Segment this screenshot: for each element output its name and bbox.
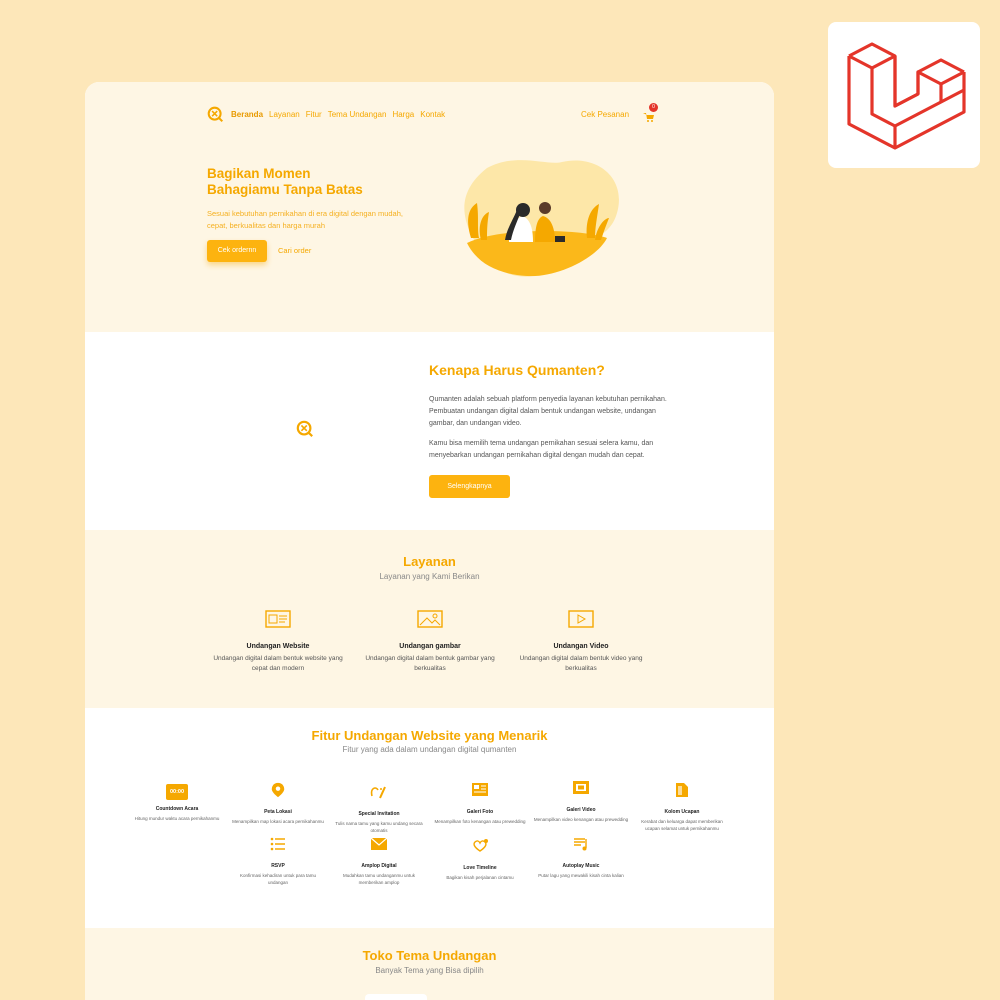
toko-title: Toko Tema Undangan (362, 948, 497, 963)
greeting-icon (676, 783, 688, 797)
why-paragraph-2: Kamu bisa memilih tema undangan pernikah… (429, 440, 654, 459)
hero-title: Bagikan Momen Bahagiamu Tanpa Batas (207, 166, 363, 198)
hero-section: Beranda Layanan Fitur Tema Undangan Harg… (85, 82, 774, 332)
image-icon (417, 610, 443, 628)
feature-desc: Menampilkan map lokasi acara pernikahanm… (232, 819, 324, 824)
hero-title-line1: Bagikan Momen (207, 166, 311, 181)
feature-title: Love Timeline (463, 865, 497, 871)
feature-desc: Bagikan kisah perjalanan cintamu (446, 875, 514, 880)
theme-filter-tab[interactable] (365, 994, 427, 1000)
why-qumanten-section: Kenapa Harus Qumanten? Qumanten adalah s… (85, 332, 774, 530)
envelope-icon (370, 837, 388, 850)
feature-title: Special Invitation (358, 811, 400, 817)
feature-title: RSVP (271, 863, 285, 869)
services-title: Layanan (403, 554, 456, 569)
special-invitation-icon (370, 786, 386, 799)
toko-subtitle: Banyak Tema yang Bisa dipilih (375, 966, 484, 975)
nav-item-beranda[interactable]: Beranda (231, 110, 263, 119)
cart-count-badge: 0 (649, 103, 659, 112)
feature-peta-lokasi: Peta Lokasi Menampilkan map lokasi acara… (230, 782, 326, 825)
countdown-icon: 00:00 (166, 784, 188, 800)
feature-title: Galeri Foto (466, 809, 494, 815)
nav-item-kontak[interactable]: Kontak (420, 110, 445, 119)
map-pin-icon (271, 782, 285, 798)
love-timeline-icon (473, 839, 488, 852)
toko-tema-section: Toko Tema Undangan Banyak Tema yang Bisa… (85, 928, 774, 1000)
feature-title: Kolom Ucapan (664, 809, 700, 815)
qumanten-logo-icon[interactable] (207, 106, 224, 123)
feature-desc: Putar lagu yang mewakili kisah cinta kal… (538, 873, 624, 878)
feature-rsvp: RSVP Konfirmasi kehadiran untuk para tam… (230, 836, 326, 886)
feature-kolom-ucapan: Kolom Ucapan Kerabat dan keluarga dapat … (634, 782, 730, 832)
website-icon (265, 610, 291, 628)
why-title: Kenapa Harus Qumanten? (429, 362, 605, 378)
music-icon (574, 838, 587, 851)
feature-desc: Menampilkan video kenangan atau preweddi… (533, 817, 629, 822)
photo-gallery-icon (472, 783, 488, 796)
feature-title: Peta Lokasi (264, 809, 292, 815)
services-section: Layanan Layanan yang Kami Berikan Undang… (85, 530, 774, 708)
laravel-logo-badge (828, 22, 980, 168)
cart-icon (643, 113, 655, 122)
feature-desc: Menampilkan foto kenangan atau preweddin… (434, 819, 526, 824)
feature-desc: Hitung mundur waktu acara pernikahanmu (134, 816, 220, 821)
feature-love-timeline: Love Timeline Bagikan kisah perjalanan c… (432, 838, 528, 881)
cek-order-button[interactable]: Cek ordernn (207, 240, 267, 262)
feature-desc: Kerabat dan keluarga dapat memberikan uc… (641, 819, 723, 831)
feature-title: Galeri Video (566, 807, 596, 813)
service-title: Undangan Website (246, 643, 310, 650)
selengkapnya-button[interactable]: Selengkapnya (429, 475, 510, 498)
rsvp-list-icon (270, 837, 285, 851)
features-title: Fitur Undangan Website yang Menarik (311, 728, 548, 743)
nav-item-harga[interactable]: Harga (392, 110, 414, 119)
feature-desc: Mudahkan tamu undanganmu untuk memberika… (342, 873, 416, 885)
cari-order-link[interactable]: Cari order (278, 246, 311, 255)
navbar-right: Cek Pesanan 0 (581, 103, 659, 124)
hero-title-line2: Bahagiamu Tanpa Batas (207, 182, 363, 197)
service-desc: Undangan digital dalam bentuk website ya… (213, 655, 343, 672)
service-card-website[interactable]: Undangan Website Undangan digital dalam … (213, 610, 343, 674)
website-preview: Beranda Layanan Fitur Tema Undangan Harg… (85, 82, 774, 1000)
service-card-video[interactable]: Undangan Video Undangan digital dalam be… (516, 610, 646, 674)
feature-desc: Tulis nama tamu yang kamu undang secara … (335, 821, 423, 833)
feature-title: Amplop Digital (361, 863, 397, 869)
cart-button[interactable]: 0 (643, 103, 659, 122)
service-title: Undangan Video (553, 643, 609, 650)
service-desc: Undangan digital dalam bentuk video yang… (519, 655, 643, 672)
service-card-gambar[interactable]: Undangan gambar Undangan digital dalam b… (365, 610, 495, 674)
feature-autoplay-music: Autoplay Music Putar lagu yang mewakili … (533, 836, 629, 879)
feature-galeri-foto: Galeri Foto Menampilkan foto kenangan at… (432, 782, 528, 825)
couple-illustration (464, 160, 619, 277)
nav-item-layanan[interactable]: Layanan (269, 110, 300, 119)
laravel-logo-icon (847, 42, 966, 150)
video-icon (568, 610, 594, 628)
video-gallery-icon (573, 781, 589, 794)
qumanten-logo-icon (296, 420, 313, 437)
feature-amplop-digital: Amplop Digital Mudahkan tamu undanganmu … (331, 836, 427, 886)
feature-countdown: 00:00 Countdown Acara Hitung mundur wakt… (129, 784, 225, 822)
services-subtitle: Layanan yang Kami Berikan (379, 572, 480, 581)
feature-galeri-video: Galeri Video Menampilkan video kenangan … (533, 780, 629, 823)
feature-title: Countdown Acara (155, 806, 199, 812)
hero-description: Sesuai kebutuhan pernikahan di era digit… (207, 209, 403, 230)
feature-desc: Konfirmasi kehadiran untuk para tamu und… (239, 873, 317, 885)
feature-title: Autoplay Music (562, 863, 600, 869)
nav-item-tema-undangan[interactable]: Tema Undangan (328, 110, 387, 119)
service-desc: Undangan digital dalam bentuk gambar yan… (365, 655, 495, 672)
cek-pesanan-link[interactable]: Cek Pesanan (581, 110, 629, 119)
features-subtitle: Fitur yang ada dalam undangan digital qu… (342, 745, 517, 754)
nav-item-fitur[interactable]: Fitur (306, 110, 322, 119)
service-title: Undangan gambar (399, 643, 461, 650)
features-section: Fitur Undangan Website yang Menarik Fitu… (85, 708, 774, 928)
feature-special-invitation: Special Invitation Tulis nama tamu yang … (331, 784, 427, 834)
why-paragraph-1: Qumanten adalah sebuah platform penyedia… (429, 396, 667, 427)
